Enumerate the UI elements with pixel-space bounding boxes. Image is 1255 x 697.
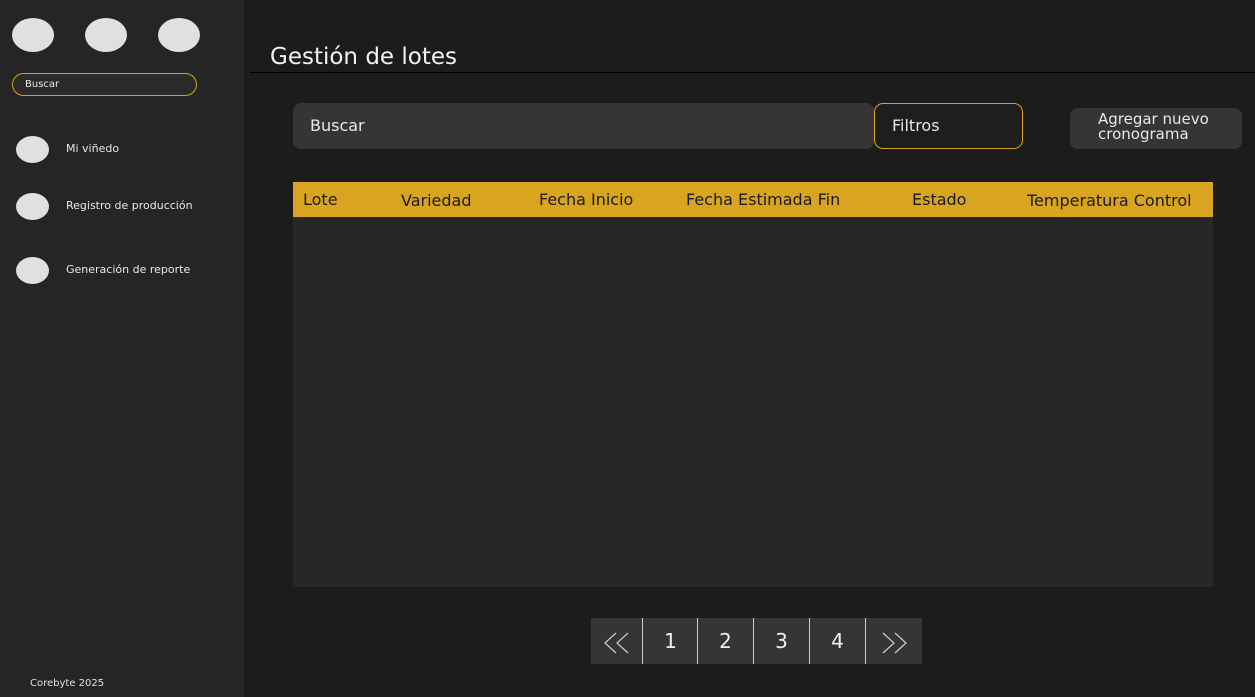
circle-icon	[16, 193, 49, 220]
first-page-button[interactable]	[591, 618, 642, 664]
sidebar-item-label: Mi viñedo	[66, 142, 120, 155]
sidebar: Buscar Mi viñedo Registro de producción …	[0, 0, 244, 697]
double-chevron-right-icon	[882, 632, 907, 653]
sidebar-search-input[interactable]: Buscar	[12, 73, 197, 96]
search-input[interactable]: Buscar	[293, 103, 874, 149]
page-2-button[interactable]: 2	[697, 618, 753, 664]
page-3-button[interactable]: 3	[753, 618, 809, 664]
column-header-estado[interactable]: Estado	[912, 190, 966, 209]
circle-icon	[16, 257, 49, 284]
circle-button-1[interactable]	[12, 18, 54, 52]
circle-icon	[16, 136, 49, 163]
double-chevron-left-icon	[603, 632, 628, 653]
sidebar-item-label: Generación de reporte	[66, 263, 191, 276]
sidebar-item-registro-produccion[interactable]: Registro de producción	[16, 193, 236, 221]
table-header: Lote Variedad Fecha Inicio Fecha Estimad…	[293, 182, 1213, 217]
footer-text: Corebyte 2025	[30, 678, 105, 689]
column-header-fecha-inicio[interactable]: Fecha Inicio	[539, 190, 633, 209]
last-page-button[interactable]	[865, 618, 922, 664]
column-header-temperatura-control[interactable]: Temperatura Control	[1027, 191, 1192, 210]
title-divider	[250, 72, 1255, 73]
circle-button-3[interactable]	[158, 18, 200, 52]
column-header-variedad[interactable]: Variedad	[401, 191, 472, 210]
lots-table: Lote Variedad Fecha Inicio Fecha Estimad…	[293, 182, 1213, 587]
page-title: Gestión de lotes	[270, 44, 457, 70]
sidebar-item-label: Registro de producción	[66, 199, 193, 212]
page-4-button[interactable]: 4	[809, 618, 865, 664]
filters-button[interactable]: Filtros	[874, 103, 1023, 149]
column-header-lote[interactable]: Lote	[303, 190, 338, 209]
pagination: 1 2 3 4	[591, 618, 922, 664]
column-header-fecha-estimada-fin[interactable]: Fecha Estimada Fin	[686, 190, 840, 209]
page-1-button[interactable]: 1	[642, 618, 698, 664]
sidebar-item-generacion-reporte[interactable]: Generación de reporte	[16, 257, 236, 285]
add-schedule-button[interactable]: Agregar nuevo cronograma	[1070, 108, 1242, 149]
circle-button-2[interactable]	[85, 18, 127, 52]
sidebar-item-mi-vinedo[interactable]: Mi viñedo	[16, 136, 236, 164]
